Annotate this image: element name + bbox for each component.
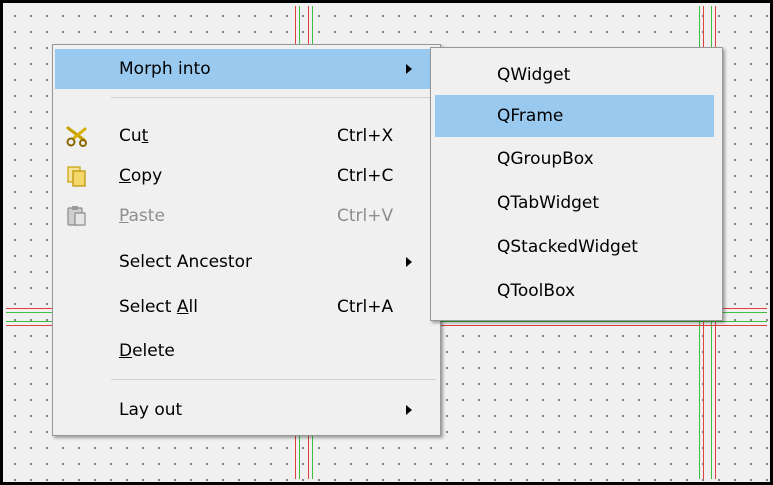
context-menu: Morph into Cut Ctrl+X Copy Ctrl+C Paste …	[52, 44, 441, 436]
menu-item-morph-into[interactable]: Morph into	[55, 49, 438, 89]
submenu-item-label: QFrame	[497, 106, 564, 126]
shortcut-label: Ctrl+C	[337, 166, 394, 186]
menu-item-delete[interactable]: Delete	[55, 331, 438, 371]
menu-item-label: Delete	[119, 341, 175, 361]
submenu-item-label: QWidget	[497, 65, 571, 85]
submenu-arrow-icon	[406, 257, 412, 267]
morph-into-submenu: QWidget QFrame QGroupBox QTabWidget QSta…	[430, 47, 723, 321]
menu-separator	[111, 379, 436, 380]
submenu-item-qgroupbox[interactable]: QGroupBox	[435, 138, 714, 180]
menu-item-label: Cut	[119, 126, 149, 146]
submenu-item-qwidget[interactable]: QWidget	[435, 54, 714, 96]
submenu-arrow-icon	[406, 64, 412, 74]
shortcut-label: Ctrl+X	[337, 126, 394, 146]
shortcut-label: Ctrl+A	[337, 297, 394, 317]
submenu-item-qtabwidget[interactable]: QTabWidget	[435, 182, 714, 224]
scissors-icon	[65, 125, 89, 147]
paste-icon	[65, 205, 89, 227]
submenu-arrow-icon	[406, 405, 412, 415]
menu-item-copy[interactable]: Copy Ctrl+C	[55, 156, 438, 196]
menu-item-select-all[interactable]: Select All Ctrl+A	[55, 287, 438, 327]
shortcut-label: Ctrl+V	[337, 206, 394, 226]
menu-separator	[111, 97, 436, 98]
menu-item-label: Select Ancestor	[119, 252, 252, 272]
menu-item-label: Morph into	[119, 59, 211, 79]
copy-icon	[65, 165, 89, 187]
menu-item-lay-out[interactable]: Lay out	[55, 390, 438, 430]
submenu-item-qstackedwidget[interactable]: QStackedWidget	[435, 226, 714, 268]
menu-item-label: Paste	[119, 206, 165, 226]
submenu-item-label: QToolBox	[497, 281, 576, 301]
submenu-item-label: QTabWidget	[497, 193, 600, 213]
menu-item-cut[interactable]: Cut Ctrl+X	[55, 116, 438, 156]
menu-item-paste[interactable]: Paste Ctrl+V	[55, 196, 438, 236]
submenu-item-qtoolbox[interactable]: QToolBox	[435, 270, 714, 312]
menu-item-label: Copy	[119, 166, 163, 186]
submenu-item-label: QStackedWidget	[497, 237, 638, 257]
submenu-item-qframe[interactable]: QFrame	[435, 95, 714, 137]
submenu-item-label: QGroupBox	[497, 149, 594, 169]
menu-item-label: Select All	[119, 297, 198, 317]
menu-item-select-ancestor[interactable]: Select Ancestor	[55, 242, 438, 282]
menu-item-label: Lay out	[119, 400, 183, 420]
